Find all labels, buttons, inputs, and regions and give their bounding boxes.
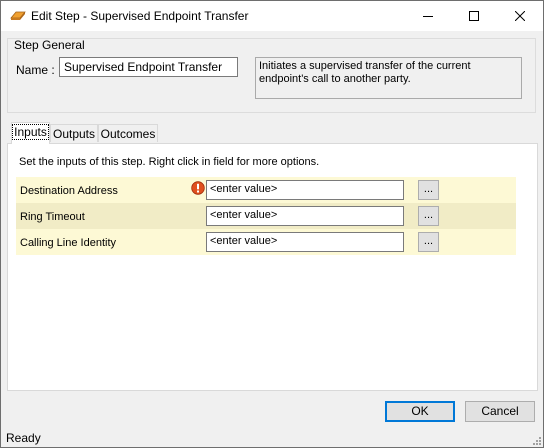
input-row-calling-line-identity: Calling Line Identity <enter value> ...: [16, 229, 516, 255]
destination-address-browse-button[interactable]: ...: [418, 180, 439, 200]
calling-line-identity-input[interactable]: <enter value>: [206, 232, 404, 252]
inputs-panel: Set the inputs of this step. Right click…: [7, 143, 538, 391]
step-app-icon: [10, 11, 26, 20]
ring-timeout-input[interactable]: <enter value>: [206, 206, 404, 226]
tab-outcomes-label: Outcomes: [100, 127, 156, 141]
error-icon: [191, 181, 205, 195]
destination-address-input[interactable]: <enter value>: [206, 180, 404, 200]
step-general-group: Step General Name : Supervised Endpoint …: [7, 38, 536, 113]
tab-inputs[interactable]: Inputs: [11, 122, 50, 144]
minimize-icon: [423, 16, 433, 17]
cancel-button[interactable]: Cancel: [465, 401, 535, 422]
maximize-icon: [469, 11, 479, 21]
close-button[interactable]: [497, 1, 543, 31]
title-bar[interactable]: Edit Step - Supervised Endpoint Transfer: [1, 1, 543, 31]
inputs-instructions: Set the inputs of this step. Right click…: [19, 156, 320, 168]
tab-outputs-label: Outputs: [52, 127, 96, 141]
input-row-destination-address: Destination Address <enter value> ...: [16, 177, 516, 203]
calling-line-identity-browse-button[interactable]: ...: [418, 232, 439, 252]
status-bar: Ready: [1, 427, 543, 447]
maximize-button[interactable]: [451, 1, 497, 31]
name-field[interactable]: Supervised Endpoint Transfer: [59, 57, 238, 77]
status-text: Ready: [6, 431, 41, 445]
input-label: Ring Timeout: [20, 211, 85, 223]
ring-timeout-browse-button[interactable]: ...: [418, 206, 439, 226]
step-description: Initiates a supervised transfer of the c…: [255, 57, 522, 99]
name-label: Name :: [16, 63, 55, 77]
close-icon: [515, 11, 525, 21]
tab-outcomes[interactable]: Outcomes: [98, 124, 158, 142]
input-label: Calling Line Identity: [20, 237, 117, 249]
tab-outputs[interactable]: Outputs: [50, 124, 98, 142]
minimize-button[interactable]: [405, 1, 451, 31]
window-title: Edit Step - Supervised Endpoint Transfer: [31, 9, 249, 23]
input-label: Destination Address: [20, 185, 118, 197]
ok-button[interactable]: OK: [385, 401, 455, 422]
resize-grip-icon[interactable]: [531, 435, 541, 445]
tab-inputs-label: Inputs: [12, 124, 49, 140]
input-row-ring-timeout: Ring Timeout <enter value> ...: [16, 203, 516, 229]
step-general-legend: Step General: [14, 38, 85, 52]
edit-step-dialog: Edit Step - Supervised Endpoint Transfer…: [0, 0, 544, 448]
